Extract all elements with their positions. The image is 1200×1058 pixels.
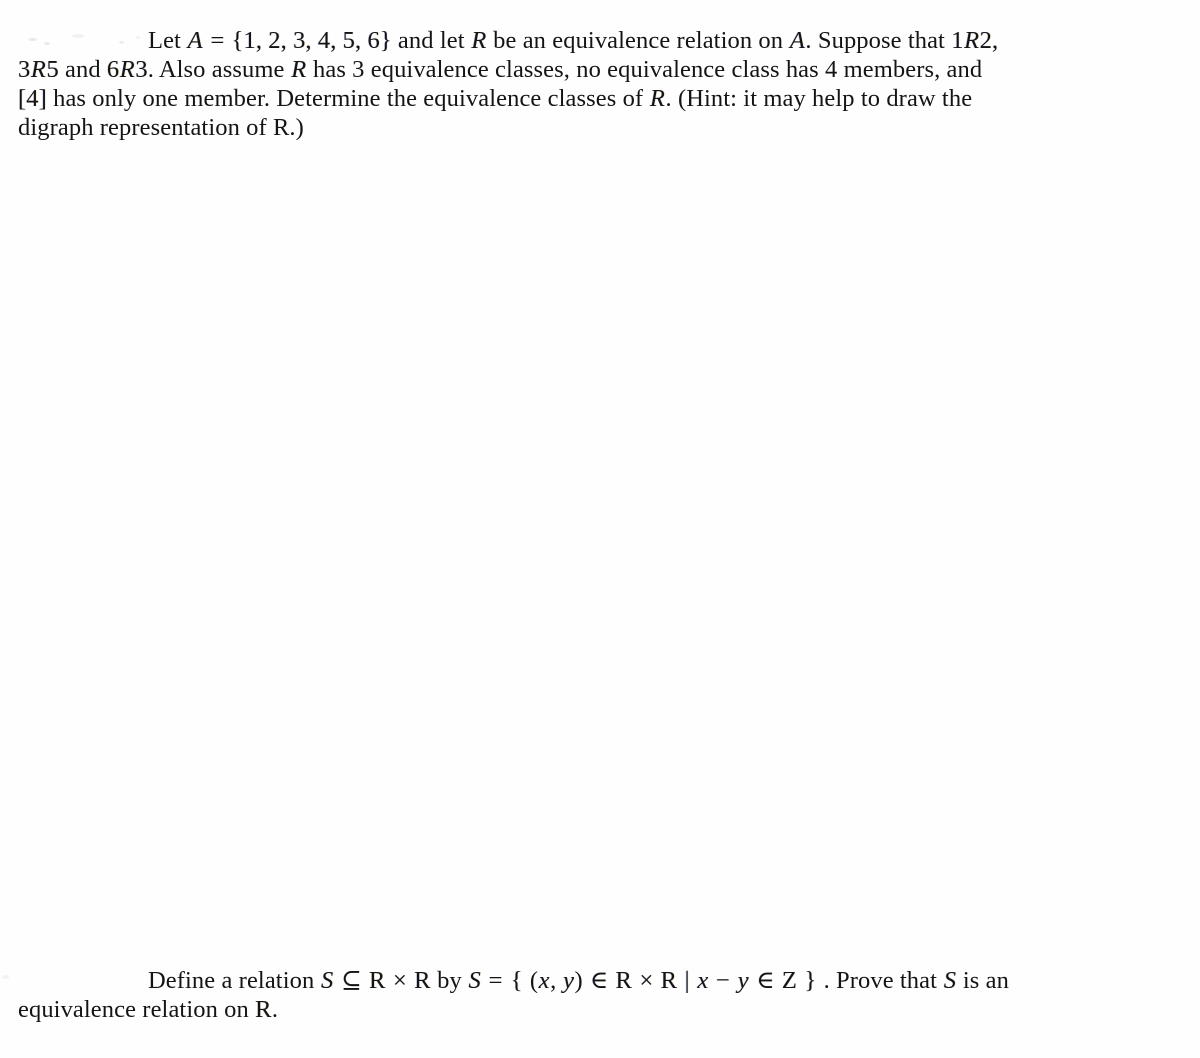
prose-run: equivalence relation on: [18, 996, 256, 1023]
math-blackboard-bold: R: [255, 996, 272, 1023]
prose-run: ,: [550, 967, 563, 994]
math-variable: A: [789, 27, 805, 54]
math-number: 3: [18, 56, 31, 83]
math-operator: }: [798, 967, 823, 994]
document-page: Let A = {1, 2, 3, 4, 5, 6} and let R be …: [0, 0, 1200, 1058]
prose-run: . Suppose that: [805, 27, 952, 54]
math-operator: =: [482, 967, 509, 994]
math-operator: ×: [633, 967, 660, 994]
text-line: 3R5 and 6R3. Also assume R has 3 equival…: [18, 55, 1173, 84]
prose-run: . (Hint: it may help to draw the: [665, 85, 973, 112]
math-number: 5: [46, 56, 59, 83]
prose-run: . Also assume: [147, 56, 291, 83]
math-variable: R: [964, 27, 980, 54]
text-line: equivalence relation on R.: [18, 995, 1173, 1024]
math-blackboard-bold: R: [660, 967, 678, 994]
text-line: Let A = {1, 2, 3, 4, 5, 6} and let R be …: [18, 26, 1173, 55]
math-operator: ⊆: [334, 967, 368, 994]
math-operator: ∈: [590, 967, 615, 994]
prose-run: . Prove that: [823, 967, 944, 994]
math-operator: |: [678, 967, 696, 994]
prose-run: ): [574, 967, 590, 994]
prose-run: has only one member. Determine the equiv…: [46, 85, 650, 112]
math-number: 3: [135, 56, 148, 83]
math-variable: R: [291, 56, 307, 83]
problem-relation-on-reals: Define a relation S ⊆ R × R by S = { (x,…: [18, 966, 1173, 1024]
math-blackboard-bold: R: [414, 967, 431, 994]
math-variable: y: [563, 967, 575, 994]
prose-run: Define a relation: [148, 967, 321, 994]
text-line: digraph representation of R.): [18, 113, 1173, 142]
prose-run: (: [529, 967, 539, 994]
math-variable: R: [119, 56, 135, 83]
math-variable: R: [471, 27, 487, 54]
prose-run: be an equivalence relation on: [486, 27, 790, 54]
math-variable: S: [943, 967, 957, 994]
math-operator: ×: [386, 967, 414, 994]
math-variable: S: [468, 967, 481, 994]
prose-run: .: [271, 996, 279, 1023]
prose-run: and let: [391, 27, 471, 54]
math-variable: R: [649, 85, 665, 112]
math-blackboard-bold: R: [369, 967, 386, 994]
math-operator: =: [204, 27, 231, 54]
math-number: 6: [106, 56, 120, 83]
math-number: 2,: [979, 27, 999, 54]
prose-run: has 3 equivalence classes, no equivalenc…: [306, 56, 983, 83]
problem-equivalence-classes: Let A = {1, 2, 3, 4, 5, 6} and let R be …: [18, 26, 1173, 142]
math-variable: x: [697, 967, 709, 994]
math-operator: −: [709, 967, 737, 994]
prose-run: digraph representation of R.): [18, 114, 304, 141]
math-number: {1, 2, 3, 4, 5, 6}: [231, 27, 392, 54]
prose-run: by: [430, 967, 469, 994]
math-blackboard-bold: R: [615, 967, 633, 994]
math-blackboard-bold: Z: [781, 967, 798, 994]
math-variable: x: [538, 967, 550, 994]
math-variable: A: [187, 27, 203, 54]
text-line: Define a relation S ⊆ R × R by S = { (x,…: [18, 966, 1173, 995]
math-number: [4]: [18, 85, 47, 112]
prose-run: Let: [148, 27, 188, 54]
math-variable: y: [737, 967, 749, 994]
math-operator: ∈: [750, 967, 781, 994]
text-line: [4] has only one member. Determine the e…: [18, 84, 1173, 113]
scan-artifact-speck: [2, 975, 9, 979]
prose-run: and: [58, 56, 107, 83]
math-variable: R: [30, 56, 46, 83]
prose-run: is an: [956, 967, 1009, 994]
math-operator: {: [510, 967, 529, 994]
math-variable: S: [321, 967, 334, 994]
math-number: 1: [951, 27, 964, 54]
